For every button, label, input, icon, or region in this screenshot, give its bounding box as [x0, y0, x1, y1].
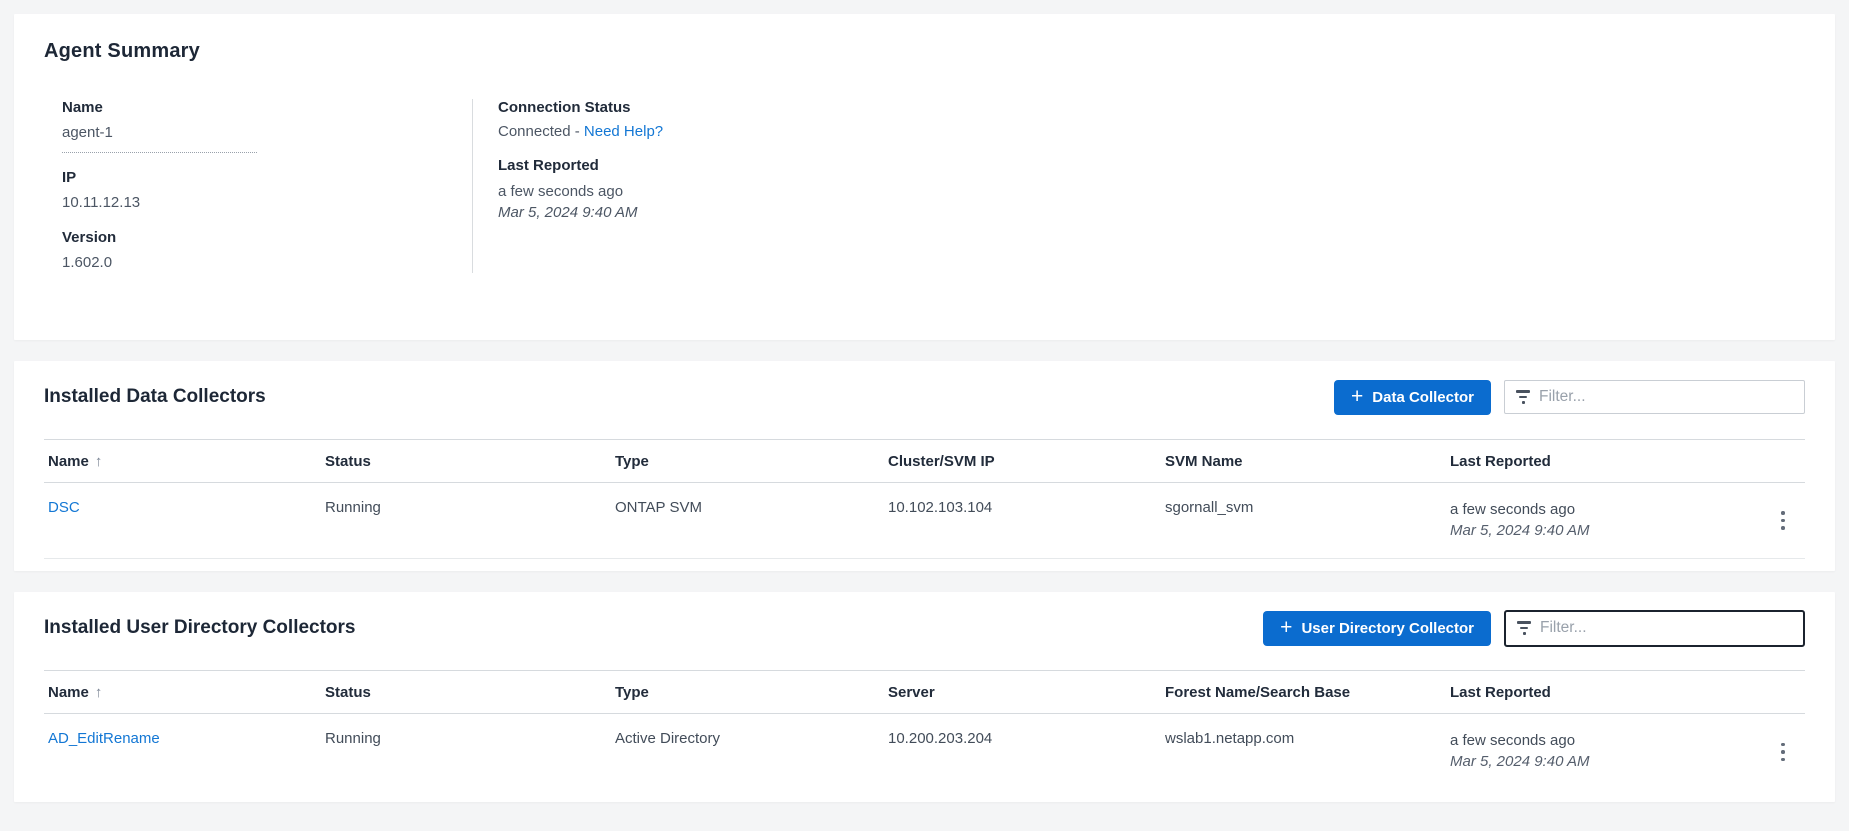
last-reported-timestamp: Mar 5, 2024 9:40 AM: [1450, 520, 1761, 541]
add-user-directory-collector-button-label: User Directory Collector: [1301, 620, 1474, 637]
data-collectors-filter-input[interactable]: [1539, 388, 1793, 406]
agent-summary-right-column: Connection Status Connected - Need Help?…: [473, 99, 663, 273]
connection-status-field: Connection Status Connected - Need Help?: [498, 99, 663, 140]
column-header-type[interactable]: Type: [615, 453, 888, 470]
agent-last-reported-label: Last Reported: [498, 157, 663, 174]
agent-summary-title: Agent Summary: [44, 40, 1805, 63]
agent-version-value: 1.602.0: [62, 253, 472, 273]
last-reported-timestamp: Mar 5, 2024 9:40 AM: [1450, 751, 1761, 772]
user-directory-forest-cell: wslab1.netapp.com: [1165, 714, 1450, 790]
user-directory-type-cell: Active Directory: [615, 714, 888, 790]
need-help-link[interactable]: Need Help?: [584, 123, 663, 140]
column-header-server[interactable]: Server: [888, 684, 1165, 701]
agent-last-reported-field: Last Reported a few seconds ago Mar 5, 2…: [498, 157, 663, 223]
data-collectors-table-header: Name↑ Status Type Cluster/SVM IP SVM Nam…: [44, 439, 1805, 483]
agent-summary-left-column: Name agent-1 IP 10.11.12.13 Version 1.60…: [44, 99, 472, 273]
user-directory-filter-input[interactable]: [1540, 619, 1792, 637]
agent-name-field: Name agent-1: [62, 99, 472, 153]
user-directory-collectors-card: Installed User Directory Collectors + Us…: [14, 592, 1835, 802]
agent-version-label: Version: [62, 229, 472, 246]
column-header-last-reported[interactable]: Last Reported: [1450, 684, 1761, 701]
column-header-svm-name[interactable]: SVM Name: [1165, 453, 1450, 470]
user-directory-collector-row: AD_EditRename Running Active Directory 1…: [44, 714, 1805, 790]
user-directory-table-header: Name↑ Status Type Server Forest Name/Sea…: [44, 670, 1805, 714]
connection-status-separator: -: [571, 123, 584, 140]
user-directory-server-cell: 10.200.203.204: [888, 714, 1165, 790]
user-directory-collectors-table: Name↑ Status Type Server Forest Name/Sea…: [44, 670, 1805, 790]
agent-ip-value: 10.11.12.13: [62, 193, 472, 213]
plus-icon: +: [1280, 617, 1292, 638]
sort-ascending-icon: ↑: [95, 453, 103, 470]
sort-ascending-icon: ↑: [95, 684, 103, 701]
agent-name-value[interactable]: agent-1: [62, 123, 257, 153]
data-collectors-filter-box: [1504, 380, 1805, 414]
agent-last-reported-timestamp: Mar 5, 2024 9:40 AM: [498, 202, 663, 223]
add-data-collector-button[interactable]: + Data Collector: [1334, 380, 1491, 415]
kebab-menu-icon[interactable]: [1775, 505, 1791, 536]
last-reported-relative: a few seconds ago: [1450, 499, 1761, 520]
data-collector-row: DSC Running ONTAP SVM 10.102.103.104 sgo…: [44, 483, 1805, 559]
data-collector-name-link[interactable]: DSC: [48, 499, 80, 516]
data-collector-actions-cell: [1761, 483, 1805, 558]
data-collectors-card: Installed Data Collectors + Data Collect…: [14, 361, 1835, 571]
agent-name-label: Name: [62, 99, 472, 116]
agent-version-field: Version 1.602.0: [62, 229, 472, 273]
data-collectors-title: Installed Data Collectors: [44, 386, 1334, 408]
column-header-cluster-svm-ip[interactable]: Cluster/SVM IP: [888, 453, 1165, 470]
agent-summary-body: Name agent-1 IP 10.11.12.13 Version 1.60…: [44, 99, 1805, 273]
agent-summary-card: Agent Summary Name agent-1 IP 10.11.12.1…: [14, 14, 1835, 340]
data-collector-last-reported-cell: a few seconds ago Mar 5, 2024 9:40 AM: [1450, 483, 1761, 558]
column-header-forest-name[interactable]: Forest Name/Search Base: [1165, 684, 1450, 701]
user-directory-name-cell: AD_EditRename: [44, 714, 325, 790]
user-directory-name-link[interactable]: AD_EditRename: [48, 730, 160, 747]
column-header-status[interactable]: Status: [325, 453, 615, 470]
column-header-type[interactable]: Type: [615, 684, 888, 701]
add-data-collector-button-label: Data Collector: [1372, 389, 1474, 406]
column-header-name[interactable]: Name↑: [44, 684, 325, 701]
data-collectors-table: Name↑ Status Type Cluster/SVM IP SVM Nam…: [44, 439, 1805, 559]
data-collector-name-cell: DSC: [44, 483, 325, 558]
user-directory-filter-box: [1504, 610, 1805, 647]
add-user-directory-collector-button[interactable]: + User Directory Collector: [1263, 611, 1491, 646]
user-directory-collectors-header: Installed User Directory Collectors + Us…: [44, 610, 1805, 646]
data-collector-svm-name-cell: sgornall_svm: [1165, 483, 1450, 558]
filter-icon: [1517, 621, 1531, 635]
data-collector-type-cell: ONTAP SVM: [615, 483, 888, 558]
connection-status-label: Connection Status: [498, 99, 663, 116]
agent-last-reported-relative: a few seconds ago: [498, 181, 663, 202]
connection-status-value: Connected - Need Help?: [498, 123, 663, 140]
data-collector-cluster-ip-cell: 10.102.103.104: [888, 483, 1165, 558]
last-reported-relative: a few seconds ago: [1450, 730, 1761, 751]
column-header-last-reported[interactable]: Last Reported: [1450, 453, 1761, 470]
column-header-name[interactable]: Name↑: [44, 453, 325, 470]
user-directory-collectors-title: Installed User Directory Collectors: [44, 617, 1263, 639]
data-collectors-header: Installed Data Collectors + Data Collect…: [44, 379, 1805, 415]
agent-ip-label: IP: [62, 169, 472, 186]
kebab-menu-icon[interactable]: [1775, 737, 1791, 768]
filter-icon: [1516, 390, 1530, 404]
plus-icon: +: [1351, 386, 1363, 407]
user-directory-status-cell: Running: [325, 714, 615, 790]
user-directory-last-reported-cell: a few seconds ago Mar 5, 2024 9:40 AM: [1450, 714, 1761, 790]
column-header-status[interactable]: Status: [325, 684, 615, 701]
connection-status-text: Connected: [498, 123, 571, 140]
user-directory-actions-cell: [1761, 714, 1805, 790]
agent-ip-field: IP 10.11.12.13: [62, 169, 472, 213]
data-collector-status-cell: Running: [325, 483, 615, 558]
